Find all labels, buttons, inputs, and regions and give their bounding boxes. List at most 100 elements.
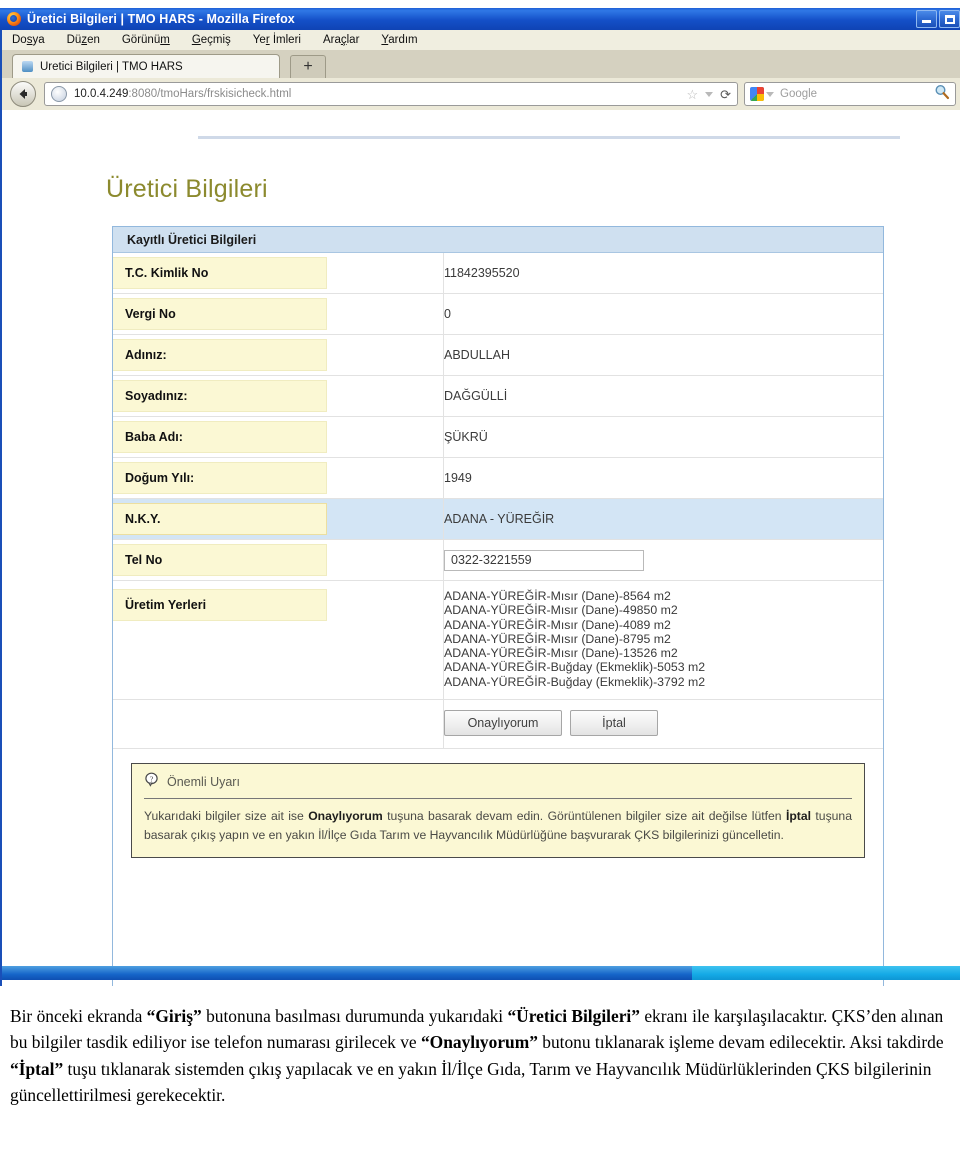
row-label-cell: N.K.Y. xyxy=(113,498,345,540)
page-favicon-icon xyxy=(21,60,34,73)
doc-bold-giris: “Giriş” xyxy=(146,1006,202,1026)
table-row: Baba Adı: ŞÜKRÜ xyxy=(113,416,883,458)
row-spacer-cell xyxy=(345,416,444,458)
table-row: Üretim Yerleri ADANA-YÜREĞİR-Mısır (Dane… xyxy=(113,580,883,701)
row-spacer-cell xyxy=(345,539,444,581)
warning-body: Yukarıdaki bilgiler size ait ise Onaylıy… xyxy=(144,807,852,845)
table-row-actions: Onaylıyorum İptal xyxy=(113,699,883,750)
table-row-highlighted: N.K.Y. ADANA - YÜREĞİR xyxy=(113,498,883,540)
row-label-cell: Soyadınız: xyxy=(113,375,345,417)
row-spacer-cell xyxy=(345,457,444,499)
bookmark-star-icon[interactable]: ☆ xyxy=(686,88,698,101)
url-host: 10.0.4.249 xyxy=(74,88,129,100)
row-value-cell: ADANA - YÜREĞİR xyxy=(443,498,883,540)
row-value-cell: ŞÜKRÜ xyxy=(443,416,883,458)
browser-window: Üretici Bilgileri | TMO HARS - Mozilla F… xyxy=(0,0,960,988)
bottom-strip-left xyxy=(2,966,692,980)
page-viewport: Üretici Bilgileri Kayıtlı Üretici Bilgil… xyxy=(2,110,960,986)
doc-text-5: tuşu tıklanarak sistemden çıkış yapılaca… xyxy=(10,1058,932,1105)
menu-item-gecmis[interactable]: Geçmiş xyxy=(192,34,231,46)
row-value-cell: 0 xyxy=(443,293,883,335)
warning-text-2: tuşuna basarak devam edin. Görüntülenen … xyxy=(382,809,786,824)
value-soyadiniz: DAĞGÜLLİ xyxy=(444,389,508,403)
menu-item-duzen[interactable]: Düzen xyxy=(67,34,100,46)
row-spacer-cell xyxy=(345,580,444,701)
search-engine-chevron-icon[interactable] xyxy=(766,91,774,97)
back-button[interactable] xyxy=(10,81,36,107)
window-controls xyxy=(914,10,960,28)
row-value-cell: 11842395520 xyxy=(443,253,883,294)
label-soyadiniz: Soyadınız: xyxy=(113,380,327,412)
url-text: 10.0.4.249:8080/tmoHars/frskisicheck.htm… xyxy=(74,88,680,100)
row-value-cell: DAĞGÜLLİ xyxy=(443,375,883,417)
table-row: Tel No xyxy=(113,539,883,581)
firefox-logo-icon xyxy=(7,12,21,26)
menu-item-yer-imleri[interactable]: Yer İmleri xyxy=(253,34,301,46)
important-warning-box: ? Önemli Uyarı Yukarıdaki bilgiler size … xyxy=(131,763,865,859)
new-tab-button[interactable]: + xyxy=(290,55,326,78)
label-tel-no: Tel No xyxy=(113,544,327,576)
row-value-cell: Onaylıyorum İptal xyxy=(443,699,883,750)
maximize-button[interactable] xyxy=(939,10,960,28)
row-label-cell: Üretim Yerleri xyxy=(113,580,345,701)
doc-text-4: butonu tıklanarak işleme devam edilecekt… xyxy=(537,1032,944,1053)
window-title: Üretici Bilgileri | TMO HARS - Mozilla F… xyxy=(27,12,295,26)
row-value-cell: 1949 xyxy=(443,457,883,499)
top-divider xyxy=(198,136,900,139)
window-bottom-strip xyxy=(2,966,960,980)
doc-bold-uretici-bilgileri: “Üretici Bilgileri” xyxy=(507,1006,640,1026)
confirm-button[interactable]: Onaylıyorum xyxy=(444,710,562,737)
value-dogum-yili: 1949 xyxy=(444,471,472,485)
warning-bold-confirm: Onaylıyorum xyxy=(308,809,383,824)
url-path: :8080/tmoHars/frskisicheck.html xyxy=(128,88,292,100)
warning-title: Önemli Uyarı xyxy=(167,775,240,790)
warning-bold-cancel: İptal xyxy=(785,809,812,824)
uretici-info-table: T.C. Kimlik No 11842395520 Vergi No 0 Ad… xyxy=(113,253,883,750)
globe-icon xyxy=(51,86,67,102)
title-bar: Üretici Bilgileri | TMO HARS - Mozilla F… xyxy=(0,8,960,30)
tab-strip: Üretici Bilgileri | TMO HARS + xyxy=(2,50,960,79)
label-uretim-yerleri: Üretim Yerleri xyxy=(113,589,327,621)
row-label-cell xyxy=(113,699,345,750)
uretim-yerleri-list: ADANA-YÜREĞİR-Mısır (Dane)-8564 m2 ADANA… xyxy=(444,589,706,689)
tab-title: Üretici Bilgileri | TMO HARS xyxy=(40,60,183,73)
row-spacer-cell xyxy=(345,293,444,335)
menu-item-yardim[interactable]: Yardım xyxy=(381,34,417,46)
row-value-cell xyxy=(443,539,883,581)
tab-uretici-bilgileri[interactable]: Üretici Bilgileri | TMO HARS xyxy=(12,54,280,78)
reload-icon[interactable]: ⟳ xyxy=(720,88,731,101)
maximize-icon xyxy=(945,15,955,24)
label-adiniz: Adınız: xyxy=(113,339,327,371)
search-icon[interactable] xyxy=(934,84,950,105)
menu-item-dosya[interactable]: Dosya xyxy=(12,34,45,46)
google-icon xyxy=(750,87,764,101)
menu-item-araclar[interactable]: Araçlar xyxy=(323,34,359,46)
row-label-cell: Adınız: xyxy=(113,334,345,376)
url-bar-icons: ☆ ⟳ xyxy=(680,88,731,101)
doc-bold-iptal: “İptal” xyxy=(10,1058,64,1079)
url-bar[interactable]: 10.0.4.249:8080/tmoHars/frskisicheck.htm… xyxy=(44,82,738,106)
cancel-button[interactable]: İptal xyxy=(570,710,658,737)
table-row: Doğum Yılı: 1949 xyxy=(113,457,883,499)
chevron-down-icon[interactable] xyxy=(705,91,714,97)
uretici-bilgileri-panel: Kayıtlı Üretici Bilgileri T.C. Kimlik No… xyxy=(112,226,884,986)
row-label-cell: Baba Adı: xyxy=(113,416,345,458)
label-nky: N.K.Y. xyxy=(113,503,327,535)
search-bar[interactable]: Google xyxy=(744,82,956,106)
action-buttons: Onaylıyorum İptal xyxy=(444,700,883,748)
panel-header: Kayıtlı Üretici Bilgileri xyxy=(113,227,883,253)
row-spacer-cell xyxy=(345,375,444,417)
row-spacer-cell xyxy=(345,699,444,750)
row-spacer-cell xyxy=(345,253,444,294)
value-adiniz: ABDULLAH xyxy=(444,348,510,362)
minimize-icon xyxy=(922,20,931,23)
navigation-bar: 10.0.4.249:8080/tmoHars/frskisicheck.htm… xyxy=(2,78,960,110)
value-vergi-no: 0 xyxy=(444,307,451,321)
minimize-button[interactable] xyxy=(916,10,937,28)
doc-text-1: Bir önceki ekranda xyxy=(10,1006,147,1026)
tel-no-input[interactable] xyxy=(444,549,644,571)
row-label-cell: T.C. Kimlik No xyxy=(113,253,345,294)
bottom-strip-right xyxy=(692,966,960,980)
menu-item-gorunum[interactable]: Görünüm xyxy=(122,34,170,46)
search-input[interactable]: Google xyxy=(774,88,934,100)
